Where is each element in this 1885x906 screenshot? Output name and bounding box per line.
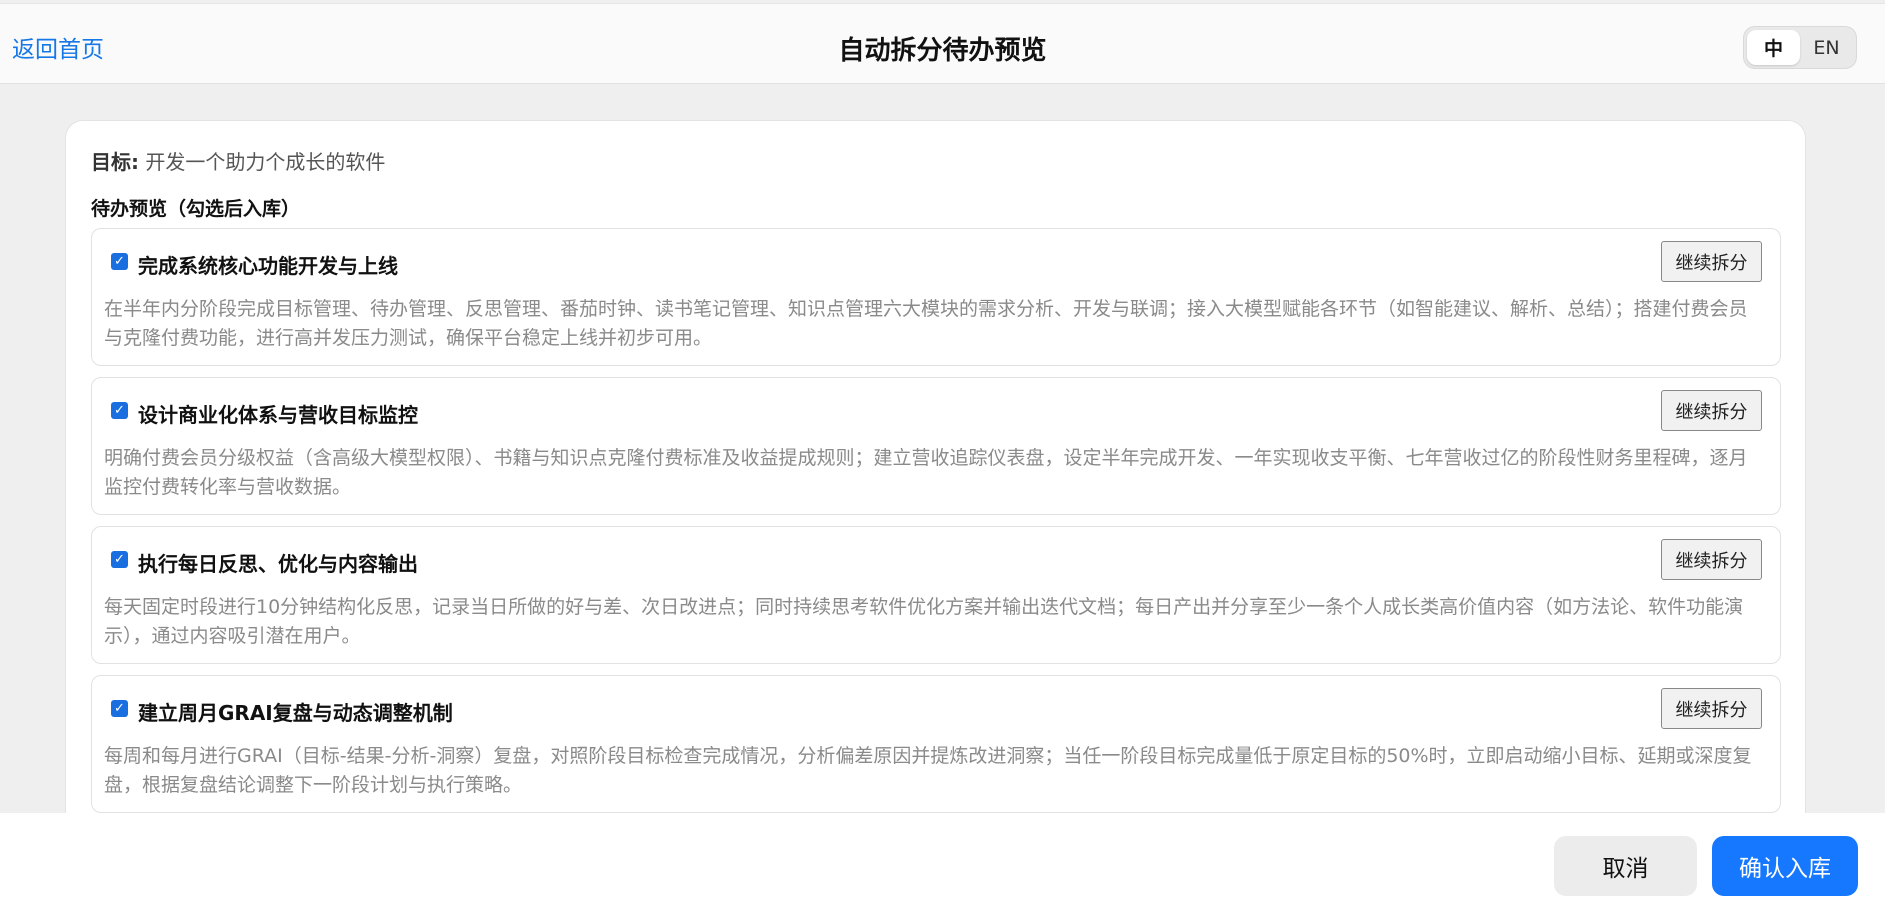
continue-split-button[interactable]: 继续拆分	[1661, 241, 1762, 282]
page-title: 自动拆分待办预览	[838, 36, 1047, 66]
task-title: 设计商业化体系与营收目标监控	[138, 403, 418, 427]
cancel-button[interactable]: 取消	[1554, 836, 1697, 896]
task-card: ✓ 建立周月GRAI复盘与动态调整机制 继续拆分 每周和每月进行GRAI（目标-…	[91, 675, 1781, 813]
task-description: 明确付费会员分级权益（含高级大模型权限）、书籍与知识点克隆付费标准及收益提成规则…	[104, 447, 1748, 498]
task-checkbox[interactable]: ✓	[111, 551, 128, 568]
goal-label: 目标:	[91, 150, 139, 174]
goal-line: 目标: 开发一个助力个成长的软件	[91, 146, 385, 175]
top-bar: 返回首页 自动拆分待办预览 中 EN	[0, 3, 1885, 84]
lang-option-en[interactable]: EN	[1800, 30, 1853, 65]
footer-bar: 取消 确认入库	[0, 813, 1885, 906]
task-card: ✓ 设计商业化体系与营收目标监控 继续拆分 明确付费会员分级权益（含高级大模型权…	[91, 377, 1781, 515]
task-title: 建立周月GRAI复盘与动态调整机制	[138, 701, 453, 725]
language-toggle: 中 EN	[1743, 26, 1857, 69]
continue-split-button[interactable]: 继续拆分	[1661, 539, 1762, 580]
task-card: ✓ 完成系统核心功能开发与上线 继续拆分 在半年内分阶段完成目标管理、待办管理、…	[91, 228, 1781, 366]
task-checkbox[interactable]: ✓	[111, 700, 128, 717]
continue-split-button[interactable]: 继续拆分	[1661, 688, 1762, 729]
task-description: 在半年内分阶段完成目标管理、待办管理、反思管理、番茄时钟、读书笔记管理、知识点管…	[104, 298, 1748, 349]
section-title: 待办预览（勾选后入库）	[91, 198, 301, 220]
task-card: ✓ 执行每日反思、优化与内容输出 继续拆分 每天固定时段进行10分钟结构化反思，…	[91, 526, 1781, 664]
task-title: 完成系统核心功能开发与上线	[138, 254, 398, 278]
task-description: 每周和每月进行GRAI（目标-结果-分析-洞察）复盘，对照阶段目标检查完成情况，…	[104, 745, 1752, 796]
goal-text: 开发一个助力个成长的软件	[145, 150, 386, 174]
confirm-import-button[interactable]: 确认入库	[1712, 836, 1858, 896]
task-checkbox[interactable]: ✓	[111, 253, 128, 270]
lang-option-zh[interactable]: 中	[1747, 30, 1800, 65]
preview-panel: 目标: 开发一个助力个成长的软件 待办预览（勾选后入库） ✓ 完成系统核心功能开…	[65, 120, 1806, 840]
task-description: 每天固定时段进行10分钟结构化反思，记录当日所做的好与差、次日改进点；同时持续思…	[104, 596, 1744, 647]
task-title: 执行每日反思、优化与内容输出	[138, 552, 418, 576]
task-checkbox[interactable]: ✓	[111, 402, 128, 419]
continue-split-button[interactable]: 继续拆分	[1661, 390, 1762, 431]
